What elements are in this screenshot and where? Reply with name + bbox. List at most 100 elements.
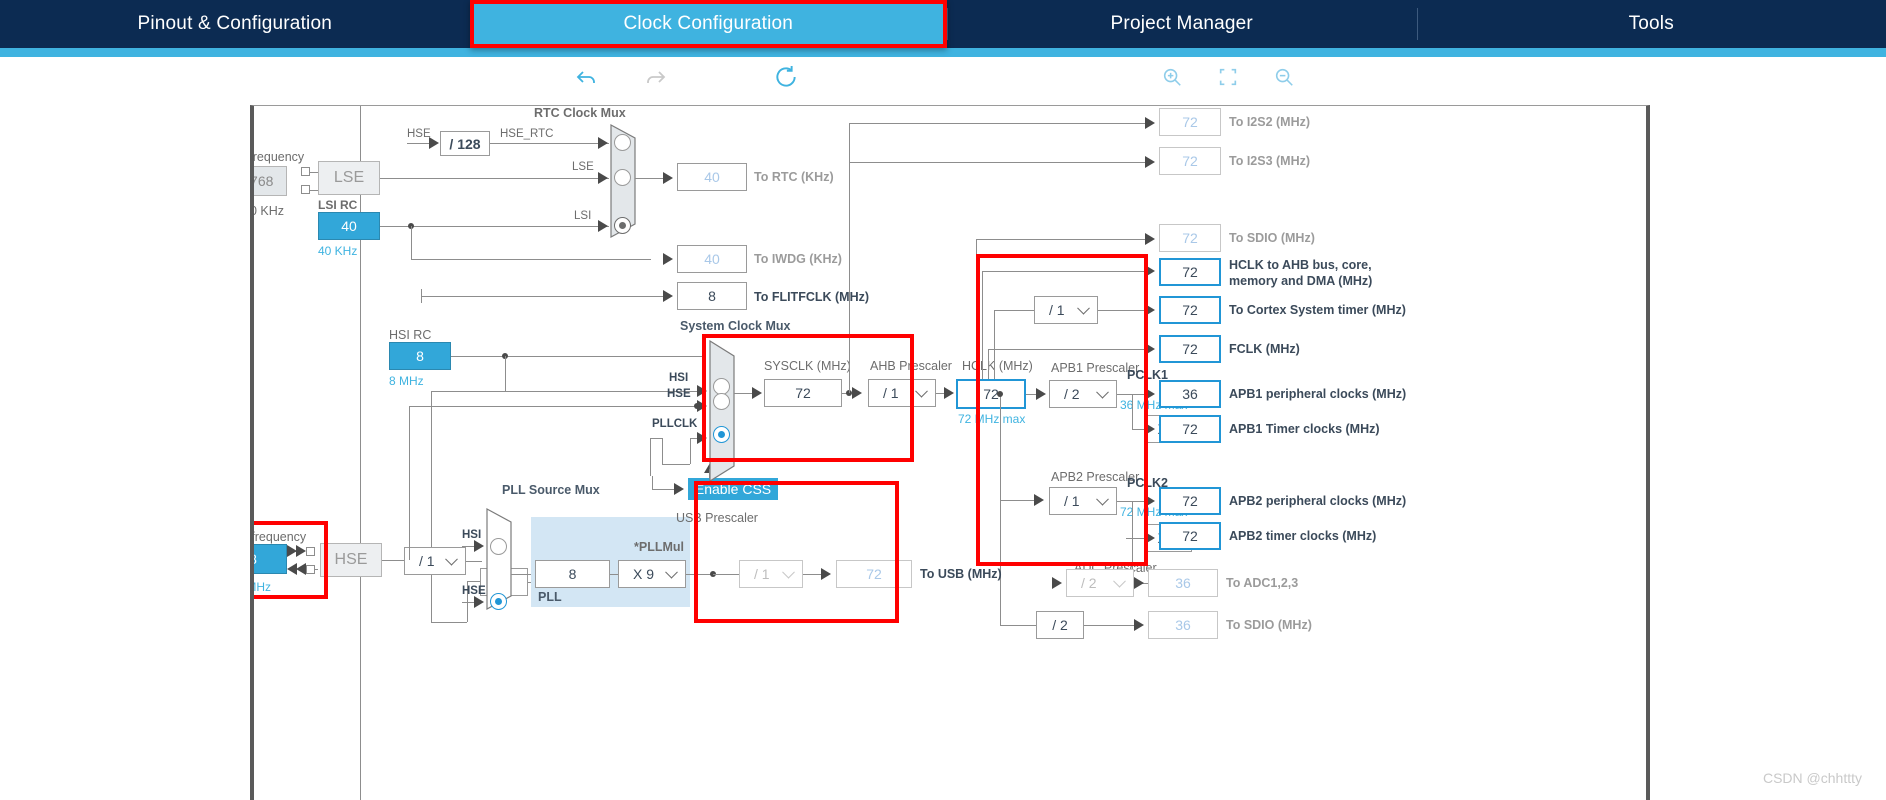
- hse-pin-1: [306, 547, 315, 556]
- sys-mux-input-hse: HSE: [667, 388, 691, 400]
- highlight-pll-source-mux: [694, 481, 899, 623]
- chevron-down-icon: [915, 384, 928, 398]
- apb1-timer-field: 72: [1159, 415, 1221, 443]
- reset-icon[interactable]: [766, 57, 806, 97]
- hse-value: 8: [254, 551, 257, 567]
- lsi-value: 40: [341, 218, 357, 234]
- chevron-down-icon: [1077, 301, 1090, 315]
- cortex-systimer-prescaler-dropdown[interactable]: / 1: [1034, 296, 1098, 324]
- lse-pin-2: [301, 185, 310, 194]
- to-iwdg-field: 40: [677, 245, 747, 273]
- system-clock-mux-title: System Clock Mux: [680, 319, 791, 333]
- hclk-ahb-bus-label-2: memory and DMA (MHz): [1229, 274, 1373, 288]
- sdio-divider: / 2: [1036, 611, 1084, 639]
- lse-input-frequency-label: Input frequency: [250, 150, 305, 164]
- zoom-in-icon[interactable]: [1152, 57, 1192, 97]
- hse-rtc-divider: / 128: [440, 131, 490, 156]
- zoom-out-icon[interactable]: [1264, 57, 1304, 97]
- chevron-down-icon: [1096, 385, 1109, 399]
- rtc-clock-mux-title: RTC Clock Mux: [534, 106, 626, 120]
- usb-prescaler-title: USB Prescaler: [676, 511, 758, 525]
- sys-mux-radio-hse-hidden[interactable]: [713, 393, 730, 410]
- apb2-prescaler-dropdown[interactable]: / 1: [1049, 487, 1117, 515]
- to-rtc-field: 40: [677, 163, 747, 191]
- to-sdio-bottom-field: 36: [1148, 611, 1218, 639]
- to-i2s3-value: 72: [1182, 153, 1198, 169]
- hse-input-frequency-field[interactable]: 8: [254, 544, 287, 574]
- to-adc-value: 36: [1175, 575, 1191, 591]
- apb1-peripheral-value: 36: [1182, 386, 1198, 402]
- hsi-unit-label: 8 MHz: [389, 374, 424, 388]
- lse-value: 32.768: [250, 173, 274, 189]
- tab-pinout-configuration[interactable]: Pinout & Configuration: [0, 0, 470, 48]
- ahb-prescaler-title: AHB Prescaler: [870, 359, 952, 373]
- tab-label: Clock Configuration: [623, 13, 794, 34]
- sdio-div-value: / 2: [1052, 617, 1068, 633]
- apb2-timer-label: APB2 timer clocks (MHz): [1229, 529, 1377, 543]
- sysclk-value: 72: [795, 385, 811, 401]
- apb1-prescaler-dropdown[interactable]: / 2: [1049, 380, 1117, 408]
- hse-prescaler-dropdown[interactable]: / 1: [404, 547, 466, 575]
- sys-mux-input-pllclk: PLLCLK: [652, 418, 698, 430]
- apb1-prescaler-value: / 2: [1064, 386, 1080, 402]
- cortex-systimer-value: 72: [1182, 302, 1198, 318]
- lse-oscillator-block[interactable]: HSE LSE: [318, 161, 380, 195]
- ahb-prescaler-dropdown[interactable]: / 1: [868, 379, 936, 407]
- system-clock-mux[interactable]: [709, 340, 743, 482]
- lse-input-frequency-field[interactable]: 32.768: [250, 166, 287, 196]
- redo-icon: [636, 57, 676, 97]
- hsi-value-field[interactable]: 8: [389, 342, 451, 370]
- to-i2s3-label: To I2S3 (MHz): [1229, 154, 1311, 168]
- hse-oscillator-block[interactable]: HSE: [320, 543, 382, 577]
- apb2-peripheral-label: APB2 peripheral clocks (MHz): [1229, 494, 1407, 508]
- hclk-branch-dot: [997, 391, 1003, 397]
- to-sdio-bottom-value: 36: [1175, 617, 1191, 633]
- rtc-mux-radio-hse[interactable]: [614, 134, 631, 151]
- hsi-rc-title: HSI RC: [389, 328, 432, 342]
- hse-div-label: / 128: [449, 135, 481, 152]
- pll-mux-radio-hse[interactable]: [490, 593, 507, 610]
- fit-to-screen-icon[interactable]: [1208, 57, 1248, 97]
- clock-toolbar: Resolve Clock Issues: [0, 57, 1886, 147]
- chevron-down-icon: [445, 552, 458, 566]
- pllmul-title: *PLLMul: [634, 540, 684, 554]
- pll-mux-radio-hsi[interactable]: [490, 538, 507, 555]
- canvas-rail: [360, 106, 361, 800]
- sys-mux-radio-pllclk[interactable]: [713, 426, 730, 443]
- cortex-systimer-field: 72: [1159, 296, 1221, 324]
- usb-prescaler-dropdown[interactable]: / 1: [739, 560, 803, 588]
- tab-project-manager[interactable]: Project Manager: [947, 0, 1417, 48]
- lsi-rc-title: LSI RC: [318, 198, 358, 212]
- to-i2s2-value: 72: [1182, 114, 1198, 130]
- rtc-mux-radio-lsi[interactable]: [614, 217, 631, 234]
- hse-div-tag: HSE: [407, 128, 431, 140]
- rtc-mux-input-lsi: LSI: [574, 210, 592, 222]
- pllmul-dropdown[interactable]: X 9: [618, 560, 686, 588]
- to-sdio-top-label: To SDIO (MHz): [1229, 231, 1315, 245]
- pll-input-value: 8: [568, 566, 577, 582]
- adc-prescaler-value: / 2: [1081, 575, 1097, 591]
- adc-prescaler-dropdown[interactable]: / 2: [1066, 569, 1134, 597]
- cortex-prescaler-value: / 1: [1049, 302, 1065, 318]
- apb2-prescaler-value: / 1: [1064, 493, 1080, 509]
- pll-input-field: 8: [535, 560, 610, 588]
- clock-configuration-screen: Pinout & Configuration Clock Configurati…: [0, 0, 1886, 800]
- lsi-value-field[interactable]: 40: [318, 212, 380, 240]
- watermark: CSDN @chhttty: [1762, 770, 1862, 786]
- hclk-ahb-bus-field: 72: [1159, 258, 1221, 286]
- pllmul-value: X 9: [633, 566, 655, 582]
- rtc-mux-radio-lse[interactable]: [614, 169, 631, 186]
- undo-icon[interactable]: [566, 57, 606, 97]
- chevron-down-icon: [665, 565, 678, 579]
- hse-input-frequency-label: Input frequency: [251, 530, 307, 544]
- apb1-timer-label: APB1 Timer clocks (MHz): [1229, 422, 1380, 436]
- apb1-timer-value: 72: [1182, 421, 1198, 437]
- apb1-peripheral-label: APB1 peripheral clocks (MHz): [1229, 387, 1407, 401]
- chevron-down-icon: [1096, 492, 1109, 506]
- tab-tools[interactable]: Tools: [1416, 0, 1886, 48]
- clock-tree-canvas[interactable]: Input frequency 32.768 0-1000 KHz HSE LS…: [250, 105, 1650, 800]
- pll-source-mux-title: PLL Source Mux: [502, 483, 600, 497]
- tab-clock-configuration[interactable]: Clock Configuration: [469, 0, 947, 48]
- to-adc-label: To ADC1,2,3: [1226, 576, 1299, 590]
- to-usb-value: 72: [866, 566, 882, 582]
